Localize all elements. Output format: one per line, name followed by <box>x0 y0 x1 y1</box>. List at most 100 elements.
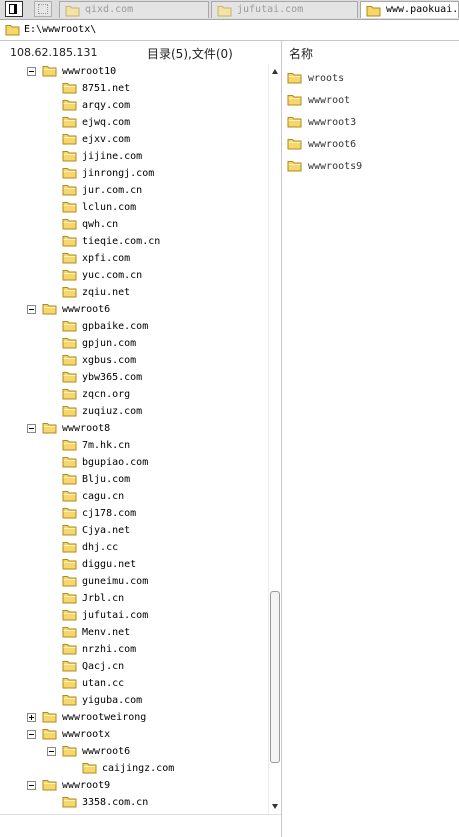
tree-node-label: guneimu.com <box>82 576 149 587</box>
list-header: 名称 <box>282 41 459 64</box>
folder-icon <box>62 491 77 502</box>
folder-icon <box>62 389 77 400</box>
path-bar[interactable]: E:\wwwrootx\ <box>0 20 459 41</box>
name-column-header[interactable]: 名称 <box>289 45 313 62</box>
tab-bar: qixd.com jufutai.com www.paokuai.co <box>0 0 459 20</box>
folder-icon <box>62 593 77 604</box>
tree-node-label: zqiu.net <box>82 287 131 298</box>
tree-node-label: Jrbl.cn <box>82 593 125 604</box>
new-tab-icon <box>38 4 48 14</box>
folder-icon <box>62 695 77 706</box>
scroll-thumb[interactable] <box>270 591 280 763</box>
collapse-minus-icon[interactable] <box>27 781 36 790</box>
folder-icon <box>62 610 77 621</box>
tree-node-label: wwwroot9 <box>62 780 111 791</box>
tree-node-label: diggu.net <box>82 559 137 570</box>
folder-icon <box>62 678 77 689</box>
tree-scrollbar[interactable] <box>268 64 281 814</box>
folder-list-item-label: wwwroot3 <box>308 117 357 128</box>
tree-node-label: yuc.com.cn <box>82 270 143 281</box>
tree-node-label: 8751.net <box>82 83 131 94</box>
panel-toggle-button[interactable] <box>5 1 23 17</box>
tree-node-label: ejxv.com <box>82 134 131 145</box>
folder-icon <box>62 559 77 570</box>
folder-icon <box>62 185 77 196</box>
folder-icon <box>62 661 77 672</box>
tab-label: qixd.com <box>85 4 134 15</box>
folder-icon <box>62 168 77 179</box>
folder-icon <box>65 6 80 17</box>
tree-node-label: nrzhi.com <box>82 644 137 655</box>
folder-icon <box>62 202 77 213</box>
collapse-minus-icon[interactable] <box>47 747 56 756</box>
current-path[interactable]: E:\wwwrootx\ <box>24 24 96 36</box>
tree-node-label: xgbus.com <box>82 355 137 366</box>
tree-node-label: zuqiuz.com <box>82 406 143 417</box>
folder-icon <box>62 117 77 128</box>
folder-list-item-label: wwwroots9 <box>308 161 363 172</box>
tree-node-label: jur.com.cn <box>82 185 143 196</box>
folder-icon <box>62 644 77 655</box>
folder-icon <box>62 576 77 587</box>
folder-icon <box>62 372 77 383</box>
folder-icon <box>62 797 77 808</box>
folder-icon <box>217 6 232 17</box>
folder-icon <box>62 474 77 485</box>
folder-icon <box>42 423 57 434</box>
folder-icon <box>62 253 77 264</box>
tree-node-label: bgupiao.com <box>82 457 149 468</box>
expand-plus-icon[interactable] <box>27 713 36 722</box>
collapse-minus-icon[interactable] <box>27 424 36 433</box>
tree-node-label: wwwrootweirong <box>62 712 147 723</box>
panel-toggle-icon <box>9 4 17 14</box>
tab-label: www.paokuai.co <box>386 4 459 15</box>
folder-icon <box>62 525 77 536</box>
folder-icon <box>62 287 77 298</box>
collapse-minus-icon[interactable] <box>27 730 36 739</box>
folder-icon <box>287 161 302 172</box>
folder-icon <box>42 729 57 740</box>
tab-qixd[interactable]: qixd.com <box>59 1 209 18</box>
folder-icon <box>62 440 77 451</box>
tree-node-label: Blju.com <box>82 474 131 485</box>
tree-node-label: dhj.cc <box>82 542 119 553</box>
folder-icon <box>62 338 77 349</box>
folder-list-item-label: wwwroot6 <box>308 139 357 150</box>
folder-icon <box>287 117 302 128</box>
folder-icon <box>62 457 77 468</box>
folder-icon <box>287 73 302 84</box>
folder-list: wroots wwwroot wwwroot3 wwwroot6 wwwroots9 <box>282 64 459 837</box>
folder-icon <box>82 763 97 774</box>
tree-node-label: wwwroot10 <box>62 66 117 77</box>
tab-label: jufutai.com <box>237 4 304 15</box>
tree-node-label: wwwrootx <box>62 729 111 740</box>
folder-icon <box>62 355 77 366</box>
tree-node-label: Cjya.net <box>82 525 131 536</box>
tab-jufutai[interactable]: jufutai.com <box>211 1 358 18</box>
folder-list-item-label: wroots <box>308 73 345 84</box>
folder-icon <box>287 95 302 106</box>
new-tab-button[interactable] <box>34 1 52 17</box>
folder-icon <box>62 219 77 230</box>
folder-icon <box>62 508 77 519</box>
folder-icon <box>42 780 57 791</box>
collapse-minus-icon[interactable] <box>27 67 36 76</box>
tree-node-label: utan.cc <box>82 678 125 689</box>
tree-node-label: Menv.net <box>82 627 131 638</box>
folder-icon <box>62 321 77 332</box>
folder-list-item-label: wwwroot <box>308 95 351 106</box>
tree-node-label: caijingz.com <box>102 763 175 774</box>
scroll-up-arrow-icon[interactable] <box>272 69 278 74</box>
tree-node-label: cagu.cn <box>82 491 125 502</box>
tab-paokuai[interactable]: www.paokuai.co <box>360 1 459 18</box>
tree-node-label: ybw365.com <box>82 372 143 383</box>
tree-node-label: 7m.hk.cn <box>82 440 131 451</box>
folder-icon <box>42 66 57 77</box>
tree-node-label: wwwroot6 <box>62 304 111 315</box>
folder-icon <box>62 236 77 247</box>
collapse-minus-icon[interactable] <box>27 305 36 314</box>
divider <box>0 814 281 815</box>
folder-icon <box>62 627 77 638</box>
scroll-down-arrow-icon[interactable] <box>272 804 278 809</box>
folder-icon <box>42 304 57 315</box>
